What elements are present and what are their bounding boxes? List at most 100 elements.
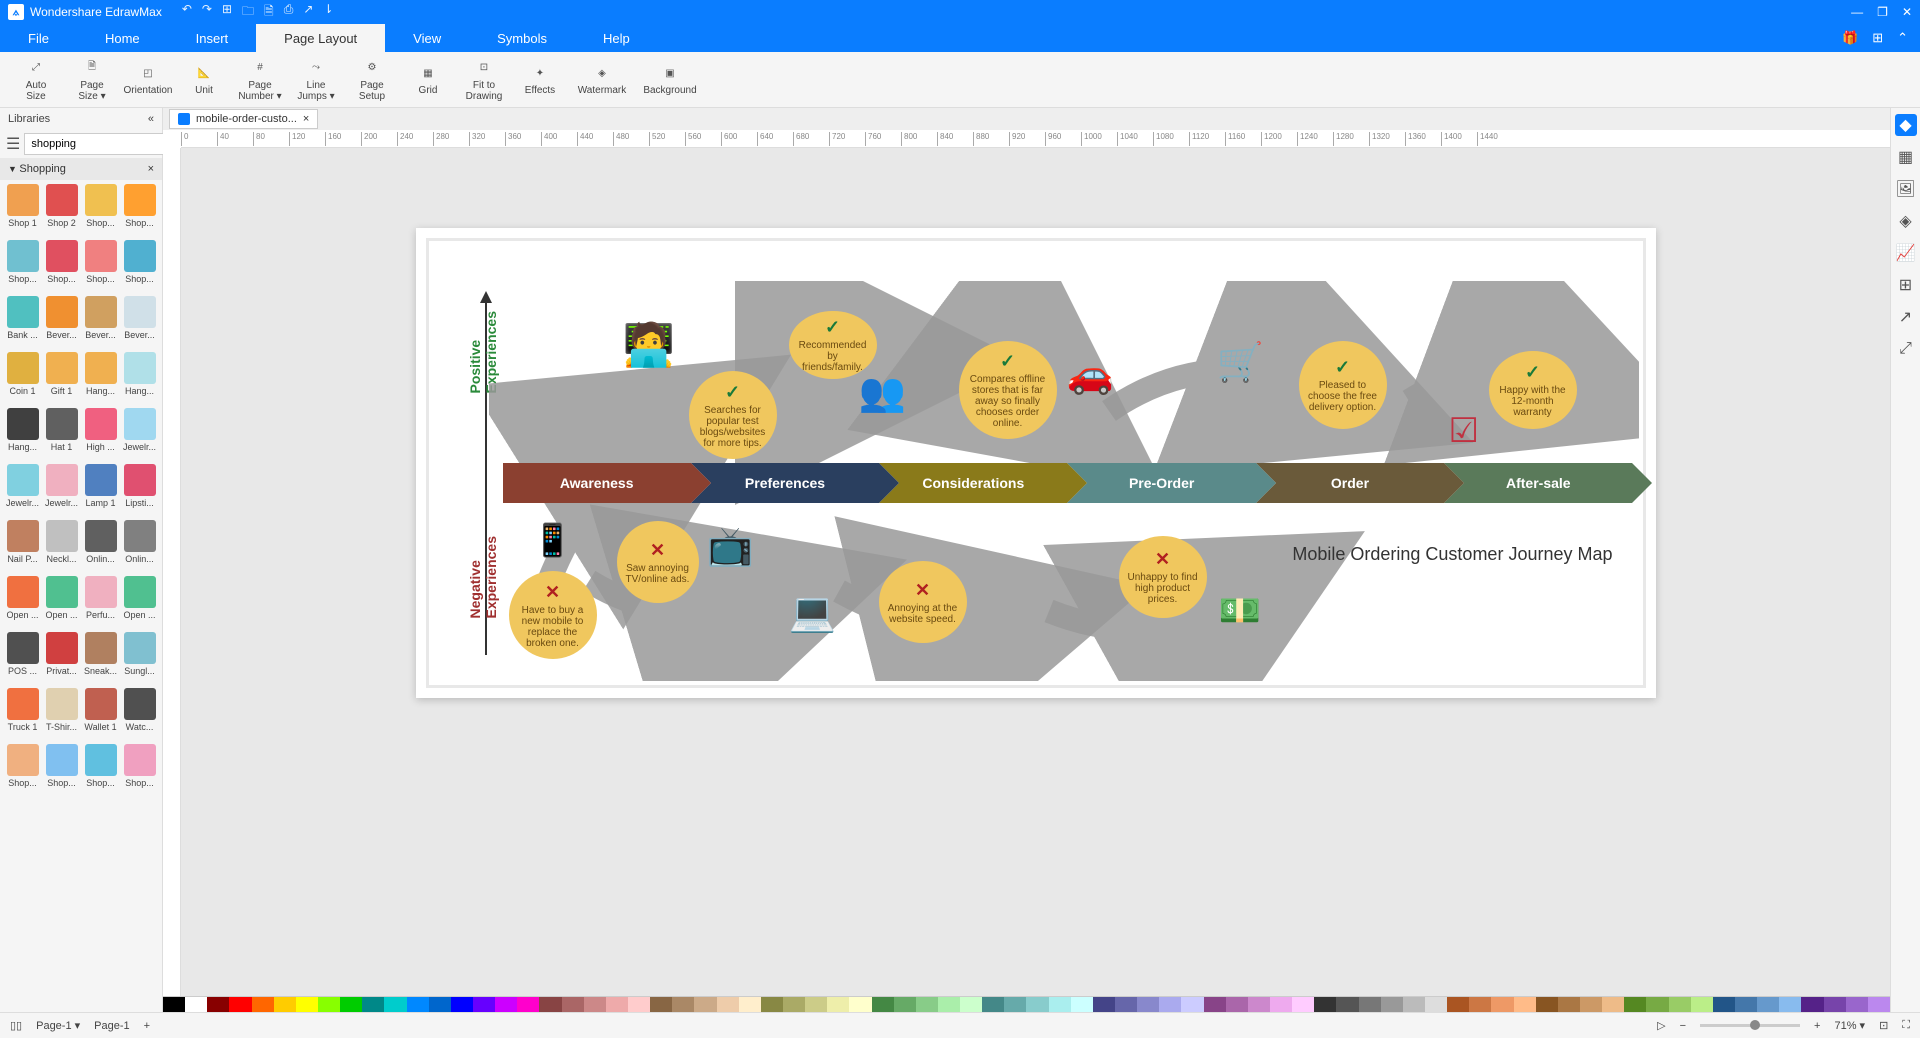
palette-swatch[interactable] bbox=[1381, 997, 1403, 1012]
palette-swatch[interactable] bbox=[1248, 997, 1270, 1012]
palette-swatch[interactable] bbox=[1713, 997, 1735, 1012]
library-item[interactable]: Sneak... bbox=[82, 632, 119, 686]
library-item[interactable]: Jewelr... bbox=[121, 408, 158, 462]
stage-considerations[interactable]: Considerations bbox=[879, 463, 1067, 503]
close-category-icon[interactable]: × bbox=[148, 163, 154, 175]
palette-swatch[interactable] bbox=[340, 997, 362, 1012]
new-icon[interactable]: ⊞ bbox=[222, 2, 232, 23]
layers-tool-icon[interactable]: ◈ bbox=[1895, 210, 1917, 232]
palette-swatch[interactable] bbox=[827, 997, 849, 1012]
library-item[interactable]: Hang... bbox=[82, 352, 119, 406]
palette-swatch[interactable] bbox=[1646, 997, 1668, 1012]
palette-swatch[interactable] bbox=[1204, 997, 1226, 1012]
palette-swatch[interactable] bbox=[628, 997, 650, 1012]
maximize-icon[interactable]: ❐ bbox=[1877, 5, 1888, 19]
redo-icon[interactable]: ↷ bbox=[202, 2, 212, 23]
palette-swatch[interactable] bbox=[517, 997, 539, 1012]
library-item[interactable]: Onlin... bbox=[82, 520, 119, 574]
menu-file[interactable]: File bbox=[0, 24, 77, 52]
palette-swatch[interactable] bbox=[539, 997, 561, 1012]
palette-swatch[interactable] bbox=[960, 997, 982, 1012]
palette-swatch[interactable] bbox=[606, 997, 628, 1012]
grid-view-icon[interactable]: ⊞ bbox=[1872, 30, 1883, 46]
menu-insert[interactable]: Insert bbox=[168, 24, 257, 52]
palette-swatch[interactable] bbox=[1602, 997, 1624, 1012]
grid-button[interactable]: ▦Grid bbox=[400, 54, 456, 106]
library-item[interactable]: Neckl... bbox=[43, 520, 80, 574]
library-menu-icon[interactable]: ☰ bbox=[6, 134, 20, 154]
palette-swatch[interactable] bbox=[407, 997, 429, 1012]
palette-swatch[interactable] bbox=[1004, 997, 1026, 1012]
library-search-input[interactable] bbox=[24, 133, 180, 155]
palette-swatch[interactable] bbox=[1801, 997, 1823, 1012]
viewport[interactable]: PositiveExperiences NegativeExperiences bbox=[181, 148, 1890, 996]
palette-swatch[interactable] bbox=[805, 997, 827, 1012]
bubble-compares[interactable]: ✓Compares offline stores that is far awa… bbox=[959, 341, 1057, 439]
export-tool-icon[interactable]: ↗ bbox=[1895, 306, 1917, 328]
library-item[interactable]: Onlin... bbox=[121, 520, 158, 574]
chart-tool-icon[interactable]: 📈 bbox=[1895, 242, 1917, 264]
library-item[interactable]: Bever... bbox=[121, 296, 158, 350]
palette-swatch[interactable] bbox=[872, 997, 894, 1012]
library-item[interactable]: Hang... bbox=[4, 408, 41, 462]
bubble-broken[interactable]: ✕Have to buy a new mobile to replace the… bbox=[509, 571, 597, 659]
palette-swatch[interactable] bbox=[1691, 997, 1713, 1012]
palette-swatch[interactable] bbox=[584, 997, 606, 1012]
palette-swatch[interactable] bbox=[1757, 997, 1779, 1012]
palette-swatch[interactable] bbox=[739, 997, 761, 1012]
palette-swatch[interactable] bbox=[1779, 997, 1801, 1012]
fullscreen-icon[interactable]: ⛶ bbox=[1902, 1019, 1910, 1032]
bubble-warranty[interactable]: ✓Happy with the 12-month warranty bbox=[1489, 351, 1577, 429]
library-item[interactable]: Jewelr... bbox=[4, 464, 41, 518]
zoom-level[interactable]: 71% ▾ bbox=[1834, 1019, 1865, 1032]
library-item[interactable]: Hang... bbox=[121, 352, 158, 406]
stage-order[interactable]: Order bbox=[1256, 463, 1444, 503]
palette-swatch[interactable] bbox=[1336, 997, 1358, 1012]
palette-swatch[interactable] bbox=[1491, 997, 1513, 1012]
close-tab-icon[interactable]: × bbox=[303, 113, 309, 125]
palette-swatch[interactable] bbox=[1558, 997, 1580, 1012]
palette-swatch[interactable] bbox=[650, 997, 672, 1012]
menu-home[interactable]: Home bbox=[77, 24, 168, 52]
page-setup-button[interactable]: ⚙PageSetup bbox=[344, 54, 400, 106]
palette-swatch[interactable] bbox=[1536, 997, 1558, 1012]
close-icon[interactable]: ✕ bbox=[1902, 5, 1912, 19]
library-item[interactable]: Bank ... bbox=[4, 296, 41, 350]
palette-swatch[interactable] bbox=[1159, 997, 1181, 1012]
palette-swatch[interactable] bbox=[1270, 997, 1292, 1012]
library-item[interactable]: Shop... bbox=[82, 744, 119, 798]
palette-swatch[interactable] bbox=[451, 997, 473, 1012]
palette-swatch[interactable] bbox=[185, 997, 207, 1012]
palette-swatch[interactable] bbox=[1226, 997, 1248, 1012]
library-item[interactable]: Shop... bbox=[82, 184, 119, 238]
library-item[interactable]: POS ... bbox=[4, 632, 41, 686]
stage-awareness[interactable]: Awareness bbox=[503, 463, 691, 503]
palette-swatch[interactable] bbox=[1846, 997, 1868, 1012]
palette-swatch[interactable] bbox=[1049, 997, 1071, 1012]
qat-more-icon[interactable]: ⇂ bbox=[323, 2, 333, 23]
fit-to-drawing-button[interactable]: ⊡Fit toDrawing bbox=[456, 54, 512, 106]
palette-swatch[interactable] bbox=[694, 997, 716, 1012]
palette-swatch[interactable] bbox=[849, 997, 871, 1012]
image-tool-icon[interactable]: 🖼 bbox=[1895, 178, 1917, 200]
palette-swatch[interactable] bbox=[1824, 997, 1846, 1012]
library-item[interactable]: Bever... bbox=[43, 296, 80, 350]
library-item[interactable]: Shop... bbox=[43, 240, 80, 294]
library-item[interactable]: Shop... bbox=[4, 240, 41, 294]
palette-swatch[interactable] bbox=[1514, 997, 1536, 1012]
export-icon[interactable]: ↗ bbox=[303, 2, 313, 23]
palette-swatch[interactable] bbox=[207, 997, 229, 1012]
page-select[interactable]: Page-1 ▾ bbox=[36, 1019, 80, 1032]
palette-swatch[interactable] bbox=[1026, 997, 1048, 1012]
menu-help[interactable]: Help bbox=[575, 24, 658, 52]
library-item[interactable]: Shop 1 bbox=[4, 184, 41, 238]
library-item[interactable]: Shop 2 bbox=[43, 184, 80, 238]
stage-pre-order[interactable]: Pre-Order bbox=[1067, 463, 1255, 503]
menu-view[interactable]: View bbox=[385, 24, 469, 52]
library-category[interactable]: ▼ Shopping × bbox=[0, 158, 162, 180]
bubble-searches[interactable]: ✓Searches for popular test blogs/website… bbox=[689, 371, 777, 459]
palette-swatch[interactable] bbox=[1292, 997, 1314, 1012]
library-item[interactable]: Truck 1 bbox=[4, 688, 41, 742]
fit-page-icon[interactable]: ⊡ bbox=[1879, 1019, 1888, 1032]
palette-swatch[interactable] bbox=[761, 997, 783, 1012]
